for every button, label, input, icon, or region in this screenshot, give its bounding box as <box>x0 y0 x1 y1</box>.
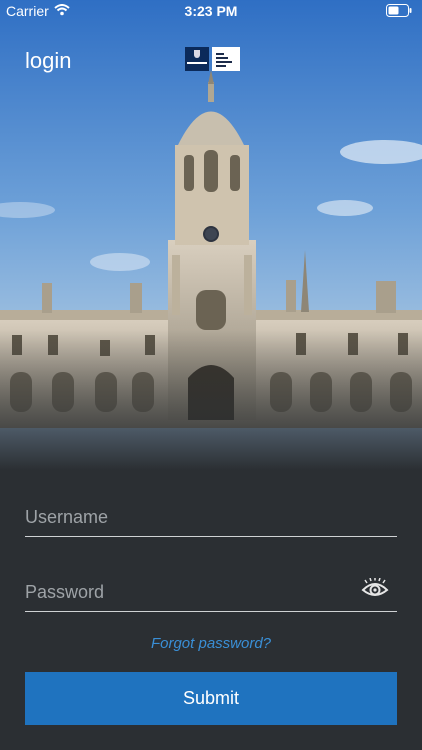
status-time: 3:23 PM <box>184 3 238 19</box>
status-bar: Carrier 3:23 PM <box>0 0 422 22</box>
password-input[interactable] <box>25 568 397 611</box>
username-input[interactable] <box>25 493 397 536</box>
logo-group <box>185 47 240 71</box>
login-screen: Carrier 3:23 PM login Username Forgot pa… <box>0 0 422 750</box>
forgot-password-link[interactable]: Forgot password? <box>0 635 422 652</box>
eye-icon[interactable] <box>361 577 389 600</box>
password-field-container <box>25 568 397 612</box>
battery-icon <box>386 4 412 17</box>
page-title: login <box>25 48 72 73</box>
said-business-school-logo <box>212 47 240 71</box>
username-field-container <box>25 493 397 537</box>
oxford-university-logo <box>185 47 209 71</box>
submit-button[interactable]: Submit <box>25 672 397 725</box>
